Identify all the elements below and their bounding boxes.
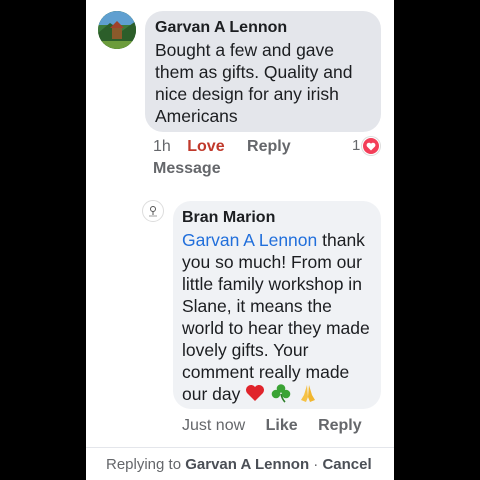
reply-text: Garvan A Lennon thank you so much! From … [182,229,371,408]
reply-author[interactable]: Bran Marion [182,208,371,228]
reply-button[interactable]: Reply [247,137,291,157]
comment-time: 1h [153,138,171,155]
reply-time: Just now [182,417,246,434]
avatar[interactable] [142,200,164,222]
comment-text: Bought a few and gave them as gifts. Qua… [155,40,353,126]
mention-link[interactable]: Garvan A Lennon [182,230,317,250]
comment-thread: Garvan A Lennon Bought a few and gave th… [86,0,394,480]
like-button[interactable]: Like [266,417,298,434]
workshop-logo-icon [149,206,157,217]
message-button[interactable]: Message [153,159,221,179]
comment-bubble: Garvan A Lennon Bought a few and gave th… [145,11,381,132]
replying-to-bar: Replying to Garvan A Lennon · Cancel [86,447,394,480]
heart-icon [362,137,381,155]
comment-author[interactable]: Garvan A Lennon [155,18,369,38]
love-button[interactable]: Love [187,137,224,157]
reaction-summary[interactable]: 1 [352,137,381,155]
reply-actions: Just now Like Reply [182,416,362,436]
landscape-avatar-icon [98,11,136,49]
avatar[interactable] [98,11,136,49]
replying-prefix: Replying to [106,456,186,473]
cancel-reply-button[interactable]: Cancel [322,456,371,473]
folded-hands-icon [297,383,319,408]
shamrock-icon [270,383,292,408]
reply-button[interactable]: Reply [318,417,362,434]
reply-bubble: Bran Marion Garvan A Lennon thank you so… [173,201,381,409]
comment-actions: 1h Love Reply [153,137,291,157]
replying-to-name: Garvan A Lennon [185,456,310,473]
reply-message: thank you so much! From our little famil… [182,230,370,405]
separator: · [309,456,323,473]
red-heart-icon [245,384,265,407]
reaction-count: 1 [352,137,361,154]
